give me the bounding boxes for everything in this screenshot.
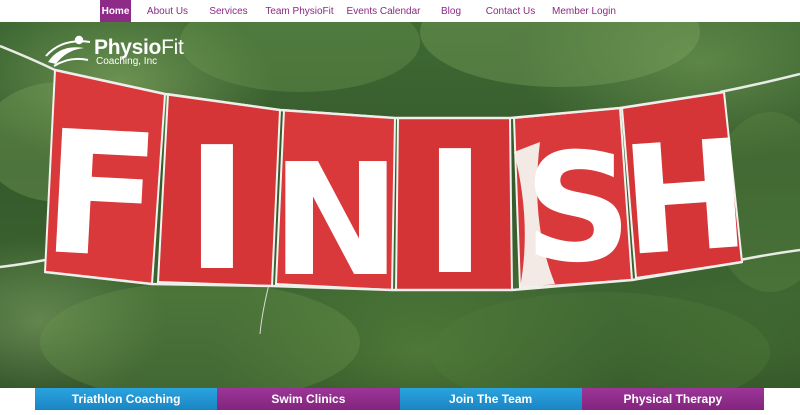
nav-about-us[interactable]: About Us	[137, 0, 198, 22]
banner-flag-f: F	[38, 68, 167, 298]
banner-flag-n: N	[271, 108, 401, 311]
banner-flag-s: S	[512, 106, 634, 296]
finish-banner-illustration: F I N I S H	[0, 22, 800, 388]
flag-letter-n: N	[271, 130, 401, 311]
banner-flag-i1: I	[156, 92, 282, 309]
swimmer-swoosh-icon	[45, 35, 91, 67]
flag-letter-f: F	[38, 94, 164, 298]
banner-flag-h: H	[616, 90, 754, 290]
rope-right-top	[719, 72, 800, 94]
nav-member-login[interactable]: Member Login	[547, 0, 621, 22]
nav-blog[interactable]: Blog	[427, 0, 475, 22]
brand-subtitle: Coaching, Inc	[96, 56, 158, 67]
flag-letter-i1: I	[185, 111, 248, 309]
physical-therapy-button[interactable]: Physical Therapy	[581, 388, 764, 410]
triathlon-coaching-button[interactable]: Triathlon Coaching	[35, 388, 218, 410]
nav-services[interactable]: Services	[202, 0, 255, 22]
banner-flag-i2: I	[394, 115, 514, 313]
brand-name-light: Fit	[161, 36, 184, 59]
nav-team-physiofit[interactable]: Team PhysioFit	[259, 0, 340, 22]
nav-events-calendar[interactable]: Events Calendar	[342, 0, 425, 22]
nav-home[interactable]: Home	[100, 0, 131, 22]
swim-clinics-button[interactable]: Swim Clinics	[217, 388, 400, 410]
flag-letter-i2: I	[423, 115, 486, 313]
rope-left-bottom	[0, 258, 46, 269]
hero-banner: F I N I S H PhysioFit Coaching, Inc	[0, 22, 800, 388]
nav-contact-us[interactable]: Contact Us	[477, 0, 544, 22]
services-bar: Triathlon Coaching Swim Clinics Join The…	[35, 388, 764, 410]
join-the-team-button[interactable]: Join The Team	[399, 388, 582, 410]
main-nav: Home About Us Services Team PhysioFit Ev…	[0, 0, 800, 22]
flag-letter-s: S	[524, 122, 632, 296]
